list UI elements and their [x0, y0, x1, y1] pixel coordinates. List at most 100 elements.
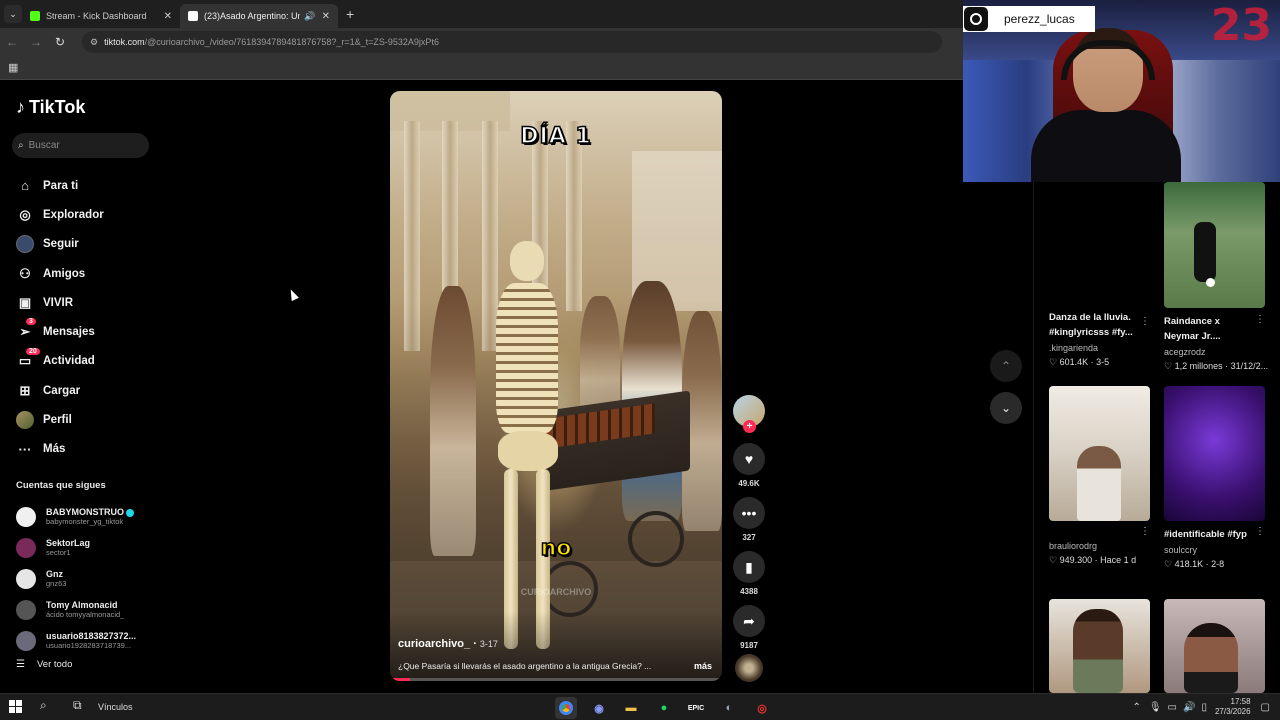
sidebar-item-explorador[interactable]: ◎ Explorador	[16, 200, 156, 229]
file-explorer-icon[interactable]: ▬	[620, 697, 642, 719]
video-thumbnail[interactable]	[1164, 386, 1265, 521]
search-icon[interactable]: ⌕	[40, 698, 47, 713]
video-author[interactable]: curioarchivo_ · 3-17	[398, 638, 498, 650]
sidebar-item-actividad[interactable]: ▭ 20 Actividad	[16, 347, 156, 376]
back-button[interactable]: ←	[0, 35, 24, 49]
more-options-icon[interactable]: ⋮	[1255, 526, 1265, 537]
skull	[510, 241, 544, 281]
scroll-down-button[interactable]: ⌄	[990, 392, 1022, 424]
list-icon: ☰	[16, 659, 25, 670]
tab-kick-dashboard[interactable]: Stream - Kick Dashboard ✕	[22, 4, 180, 28]
search-input[interactable]: ⌕ Buscar	[12, 133, 149, 158]
reload-button[interactable]: ↻	[48, 35, 72, 49]
discord-icon[interactable]: ◉	[588, 697, 610, 719]
epic-games-icon[interactable]: EPIC	[685, 697, 707, 719]
volume-icon[interactable]: 🔊	[1183, 702, 1195, 713]
new-tab-button[interactable]: +	[346, 6, 354, 22]
pelvis	[498, 431, 558, 471]
bookmark-icon[interactable]: ▮	[733, 551, 765, 583]
video-progress-bar[interactable]	[390, 678, 722, 681]
tab-title: (23)Asado Argentino: Una	[204, 11, 301, 21]
person-figure	[1184, 623, 1238, 693]
sidebar-item-mas[interactable]: ··· Más	[16, 435, 156, 464]
recording-app-icon[interactable]: ◎	[751, 697, 773, 719]
chevron-up-icon[interactable]: ⌃	[1132, 702, 1140, 713]
close-tab-icon[interactable]: ✕	[322, 11, 330, 22]
video-player[interactable]: DÍA 1 no CURIOARCHIVO curioarchivo_ · 3-…	[390, 91, 722, 681]
video-caption-top: DÍA 1	[520, 123, 592, 150]
spotify-icon[interactable]: ●	[653, 697, 675, 719]
video-date: 3-17	[479, 639, 498, 649]
video-thumbnail[interactable]	[1049, 386, 1150, 521]
see-all-button[interactable]: ☰ Ver todo	[16, 659, 72, 670]
recommended-video-card[interactable]	[1164, 599, 1265, 693]
tab-tiktok-video[interactable]: (23)Asado Argentino: Una 🔊 ✕	[180, 4, 338, 28]
tab-search-icon[interactable]: ⌄	[4, 5, 22, 23]
sidebar-item-vivir[interactable]: ▣ VIVIR	[16, 288, 156, 317]
clock-time: 17:58	[1230, 697, 1251, 706]
ball	[1206, 278, 1215, 287]
notifications-icon[interactable]: ▢	[1261, 702, 1270, 713]
forward-button[interactable]: →	[24, 35, 48, 49]
recommended-video-card[interactable]: ⋮ Danza de la lluvia. #kinglyricsss #fy.…	[1049, 186, 1150, 368]
person-figure	[1077, 446, 1121, 521]
more-dots-icon: ···	[18, 441, 32, 457]
instagram-icon	[964, 7, 988, 31]
sidebar-item-perfil[interactable]: Perfil	[16, 405, 156, 434]
following-account[interactable]: BABYMONSTRUO babymonster_yg_tiktok	[16, 501, 156, 532]
video-thumbnail[interactable]	[1049, 599, 1150, 693]
tiktok-favicon-icon	[188, 11, 198, 21]
creator-avatar[interactable]: +	[733, 395, 765, 433]
share-action[interactable]: ➦ 9187	[733, 605, 765, 650]
bookmarks-bar: ▦	[0, 56, 963, 80]
music-disc-icon[interactable]	[735, 654, 763, 682]
sidebar-item-cargar[interactable]: ⊞ Cargar	[16, 376, 156, 405]
follow-plus-icon[interactable]: +	[743, 420, 756, 433]
like-action[interactable]: ♥ 49.6K	[733, 443, 765, 488]
more-options-icon[interactable]: ⋮	[1255, 314, 1265, 325]
chrome-icon[interactable]	[555, 697, 577, 719]
clock[interactable]: 17:58 27/3/2026	[1215, 697, 1251, 717]
progress-fill	[390, 678, 410, 681]
scroll-up-button[interactable]: ⌃	[990, 350, 1022, 382]
save-action[interactable]: ▮ 4388	[733, 551, 765, 596]
more-button[interactable]: más	[694, 661, 712, 671]
steam-icon[interactable]: ◐	[718, 697, 740, 719]
share-arrow-icon[interactable]: ➦	[733, 605, 765, 637]
more-options-icon[interactable]: ⋮	[1140, 526, 1150, 537]
recommended-video-card[interactable]	[1049, 599, 1150, 693]
person-figure	[1073, 609, 1123, 693]
windows-start-icon[interactable]	[9, 700, 22, 713]
following-account[interactable]: Gnz gnz63	[16, 563, 156, 594]
comment-action[interactable]: ••• 327	[733, 497, 765, 542]
recommended-video-card[interactable]: ⋮ Raindance x Neymar Jr.... acegzrodz ♡ …	[1164, 182, 1268, 372]
network-icon[interactable]: ▭	[1168, 702, 1177, 713]
speaker-icon[interactable]: 🔊	[304, 11, 315, 22]
video-thumbnail[interactable]	[1049, 186, 1150, 304]
video-thumbnail[interactable]	[1164, 599, 1265, 693]
following-account[interactable]: SektorLag sector1	[16, 532, 156, 563]
close-tab-icon[interactable]: ✕	[164, 11, 172, 22]
following-account[interactable]: usuario8183827372... usuario192828371873…	[16, 625, 156, 656]
heart-icon[interactable]: ♥	[733, 443, 765, 475]
microphone-icon[interactable]: 🎙	[1149, 702, 1162, 713]
recommended-video-card[interactable]: ⋮ #identificable #fyp soulccry ♡ 418.1K …	[1164, 386, 1265, 570]
more-options-icon[interactable]: ⋮	[1140, 316, 1150, 327]
sidebar-item-para-ti[interactable]: ⌂ Para ti	[16, 171, 156, 200]
recommended-video-card[interactable]: ⋮ brauliorodrg ♡ 949.300 · Hace 1 d	[1049, 386, 1150, 566]
comment-icon[interactable]: •••	[733, 497, 765, 529]
avatar	[16, 537, 36, 558]
taskbar-links-label[interactable]: Vínculos	[98, 702, 133, 712]
apps-grid-icon[interactable]: ▦	[8, 61, 18, 74]
tiktok-logo[interactable]: ♪ TikTok	[16, 97, 85, 118]
site-info-icon[interactable]: ⚙	[90, 37, 98, 48]
battery-icon[interactable]: ▯	[1201, 702, 1207, 713]
compass-icon: ◎	[19, 206, 31, 222]
sidebar-item-seguir[interactable]: Seguir	[16, 230, 156, 259]
sidebar-item-mensajes[interactable]: ➢ 3 Mensajes	[16, 317, 156, 346]
sidebar-item-amigos[interactable]: ⚇ Amigos	[16, 259, 156, 288]
task-view-icon[interactable]: ⧉	[73, 698, 82, 713]
video-thumbnail[interactable]	[1164, 182, 1265, 308]
following-account[interactable]: Tomy Almonacid ácido tomyyalmonacid_	[16, 594, 156, 625]
url-field[interactable]: ⚙ tiktok.com/@curioarchivo_/video/761839…	[82, 31, 942, 53]
